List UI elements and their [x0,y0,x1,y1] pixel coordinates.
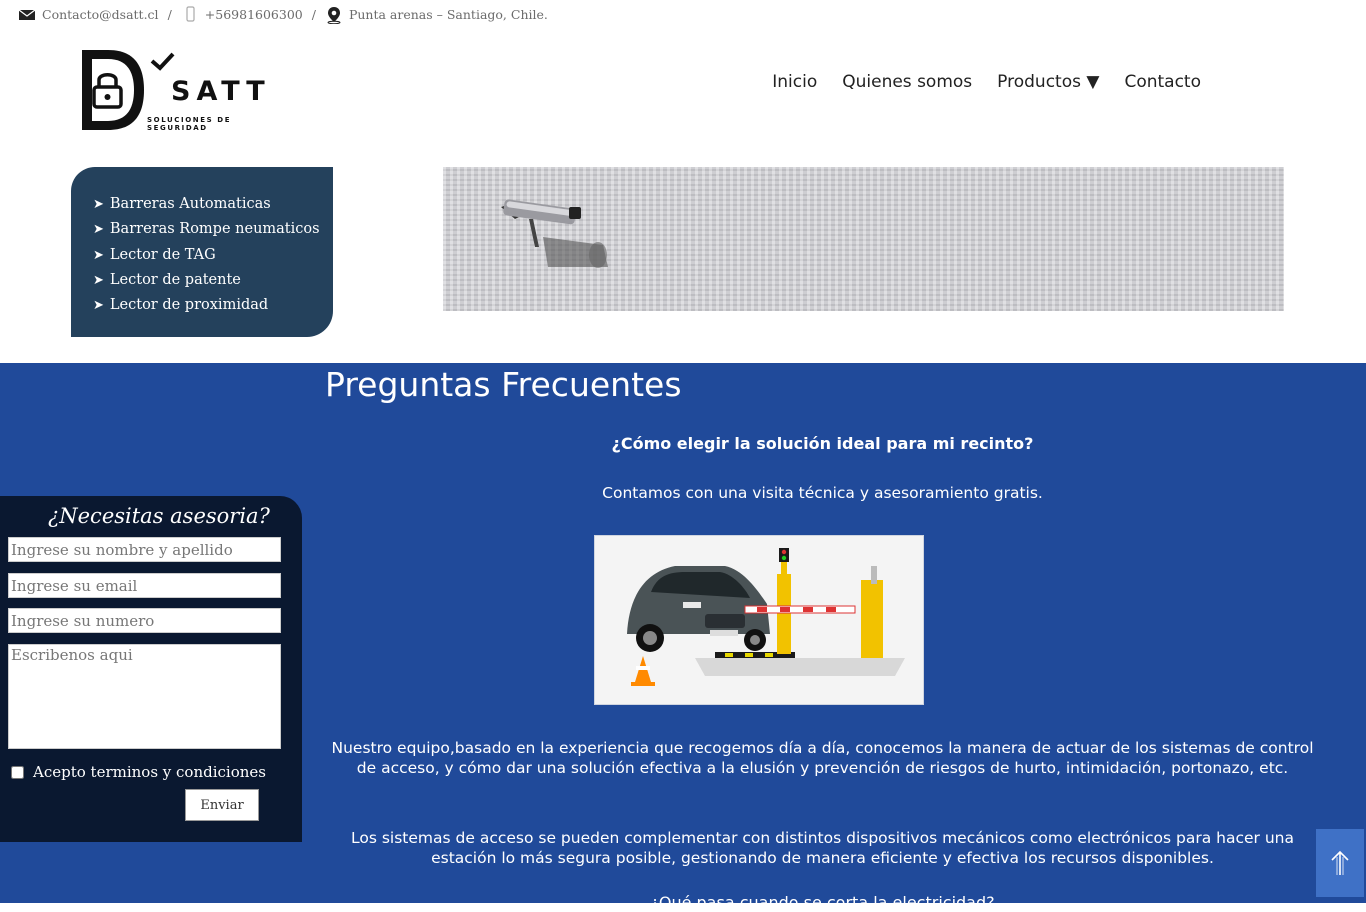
logo-tagline: SOLUCIONES DE SEGURIDAD [147,116,232,132]
product-menu-label: Lector de patente [109,271,241,288]
product-menu-item[interactable]: ➤ Lector de patente [93,268,333,293]
product-menu-item[interactable]: ➤ Lector de proximidad [93,293,333,318]
location-icon [325,6,343,25]
nav-item-contacto[interactable]: Contacto [1124,72,1201,92]
contact-bar: Contacto@dsatt.cl / +56981606300 / Punta… [18,4,548,25]
nav-item-quienes-somos[interactable]: Quienes somos [842,72,972,92]
hero-banner-image [443,167,1284,311]
terms-checkbox[interactable] [11,766,24,779]
nav-item-inicio[interactable]: Inicio [772,72,817,92]
contact-phone[interactable]: +56981606300 [205,7,303,22]
separator: / [167,6,172,22]
product-menu-item[interactable]: ➤ Lector de TAG [93,243,333,268]
email-input[interactable] [8,573,281,598]
faq-title: Preguntas Frecuentes [325,365,682,404]
arrow-right-icon: ➤ [93,222,104,238]
mail-icon [18,6,36,22]
scroll-top-button[interactable] [1316,829,1364,897]
product-menu-label: Barreras Rompe neumaticos [109,221,320,238]
faq-answer: Contamos con una visita técnica y asesor… [602,484,1043,502]
faq-question: ¿Cómo elegir la solución ideal para mi r… [611,434,1034,453]
parking-barrier-image [594,535,924,705]
product-menu-label: Lector de proximidad [109,297,269,314]
advisory-form: ¿Necesitas asesoria? Acepto terminos y c… [0,496,302,842]
arrow-up-icon [1331,850,1349,875]
arrow-right-icon: ➤ [93,197,104,212]
product-menu-label: Barreras Automaticas [109,196,271,212]
form-title: ¿Necesitas asesoria? [48,504,270,528]
product-menu-item[interactable]: ➤ Barreras Automaticas [93,192,333,217]
separator: / [311,6,316,22]
arrow-right-icon: ➤ [93,247,104,263]
faq-paragraph: Los sistemas de acceso se pueden complem… [351,829,1294,867]
phone-input[interactable] [8,608,281,633]
terms-label: Acepto terminos y condiciones [33,763,266,781]
product-menu: ➤ Barreras Automaticas ➤ Barreras Rompe ne… [71,167,333,337]
product-menu-item[interactable]: ➤ Barreras Rompe neumaticos [93,217,333,242]
logo-name: SATT [171,76,271,107]
message-textarea[interactable] [8,644,281,749]
phone-icon [181,6,199,22]
faq-paragraph: Nuestro equipo,basado en la experiencia … [331,739,1314,777]
logo[interactable]: SATT SOLUCIONES DE SEGURIDAD [78,46,293,136]
contact-email[interactable]: Contacto@dsatt.cl [42,7,159,22]
submit-button[interactable]: Enviar [185,789,259,821]
arrow-right-icon: ➤ [93,272,104,288]
contact-location: Punta arenas – Santiago, Chile. [348,6,548,22]
main-nav: Inicio Quienes somos Productos ▼ Contact… [772,72,1201,92]
product-menu-label: Lector de TAG [109,246,216,263]
nav-item-productos[interactable]: Productos ▼ [997,72,1099,92]
arrow-right-icon: ➤ [93,298,104,314]
name-input[interactable] [8,537,281,562]
